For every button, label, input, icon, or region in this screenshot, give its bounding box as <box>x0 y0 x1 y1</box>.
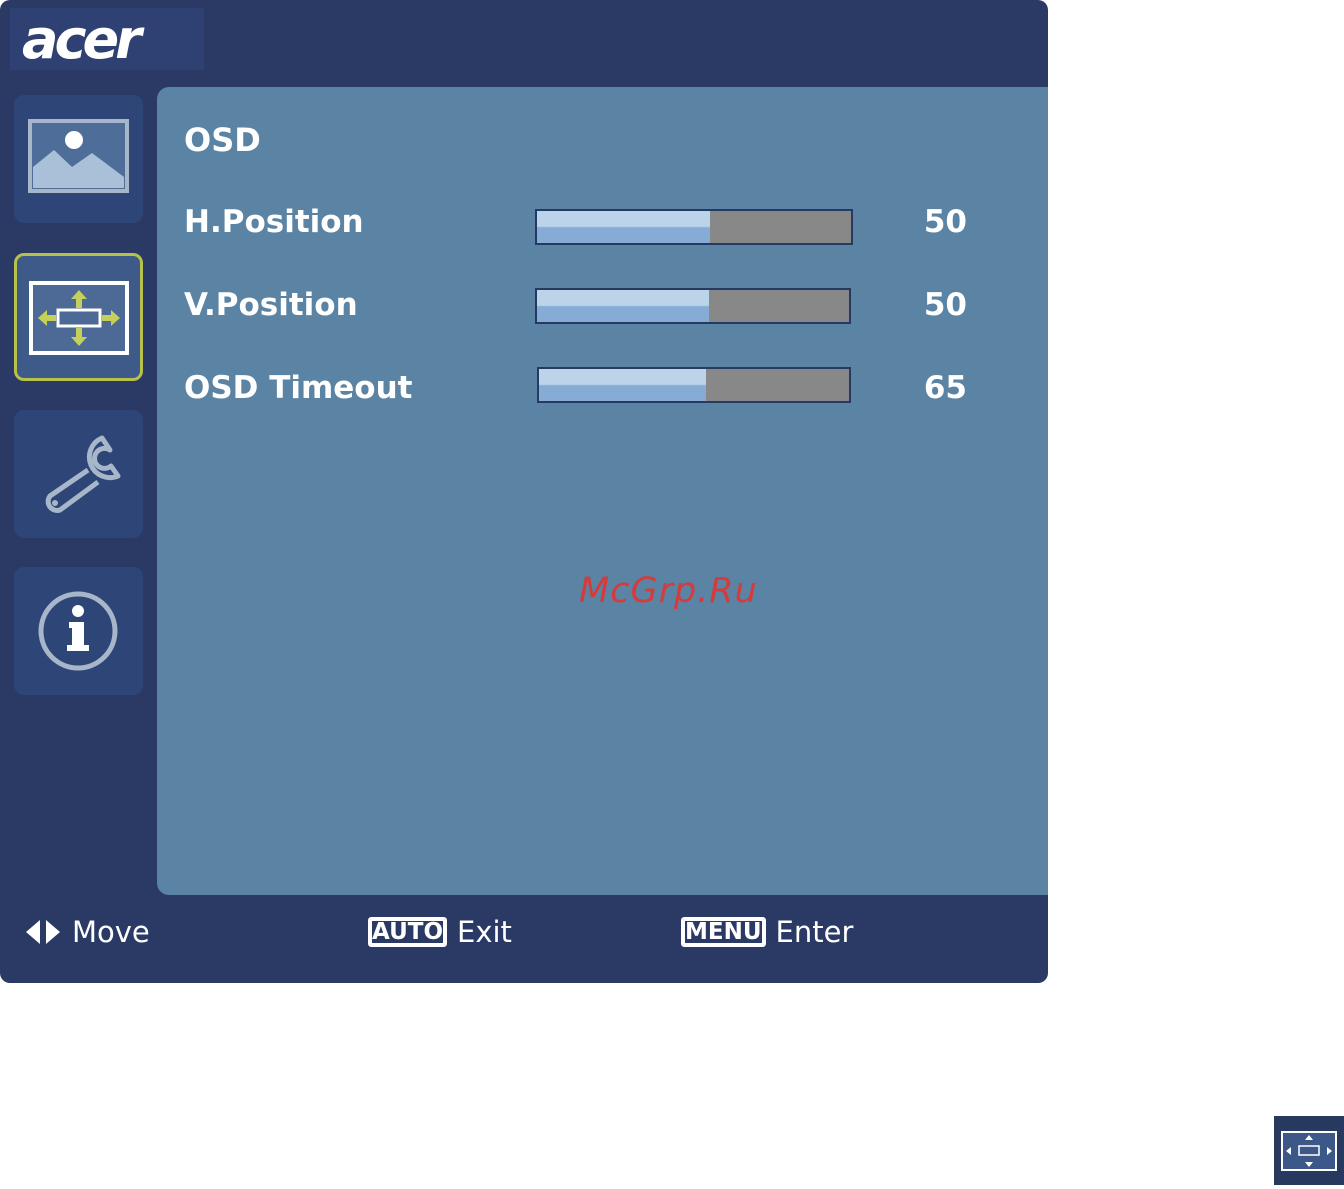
slider-fill <box>539 369 707 401</box>
wrench-icon <box>45 435 121 513</box>
content-panel: OSD H.Position 50 V.Position 50 OSD Time… <box>157 87 1048 895</box>
sidebar-item-information[interactable] <box>14 567 143 695</box>
h-position-value: 50 <box>923 204 967 240</box>
move-label: Move <box>72 915 150 949</box>
footer-enter-hint: MENU Enter <box>680 915 854 949</box>
sidebar-item-picture[interactable] <box>14 95 143 223</box>
slider-fill <box>537 290 709 322</box>
position-thumbnail-icon <box>1274 1116 1344 1185</box>
sidebar-item-settings[interactable] <box>14 410 143 538</box>
h-position-slider[interactable] <box>535 209 853 245</box>
page-title: OSD <box>184 121 261 159</box>
picture-icon <box>28 119 129 193</box>
watermark: McGrp.Ru <box>579 571 758 611</box>
enter-label: Enter <box>775 915 854 949</box>
osd-window: acer OSD H.Position 50 V.Position 50 OSD… <box>0 0 1048 983</box>
position-icon <box>29 281 129 355</box>
acer-logo: acer <box>10 8 204 70</box>
sidebar-item-position[interactable] <box>14 253 143 381</box>
right-arrow-icon <box>46 920 60 944</box>
v-position-value: 50 <box>923 287 967 323</box>
v-position-slider[interactable] <box>535 288 851 324</box>
osd-timeout-value: 65 <box>923 370 967 406</box>
menu-key-icon: MENU <box>680 916 767 948</box>
footer-move-hint: Move <box>26 915 150 949</box>
footer-exit-hint: AUTO Exit <box>366 915 512 949</box>
acer-logo-icon: acer <box>22 8 149 70</box>
auto-key-icon: AUTO <box>366 916 449 948</box>
osd-timeout-label: OSD Timeout <box>184 370 413 406</box>
v-position-label: V.Position <box>184 287 358 323</box>
osd-timeout-slider[interactable] <box>537 367 851 403</box>
slider-fill <box>537 211 710 243</box>
logo-text: acer <box>22 8 145 70</box>
h-position-label: H.Position <box>184 204 364 240</box>
info-icon <box>38 591 118 671</box>
exit-label: Exit <box>457 915 512 949</box>
left-arrow-icon <box>26 920 40 944</box>
